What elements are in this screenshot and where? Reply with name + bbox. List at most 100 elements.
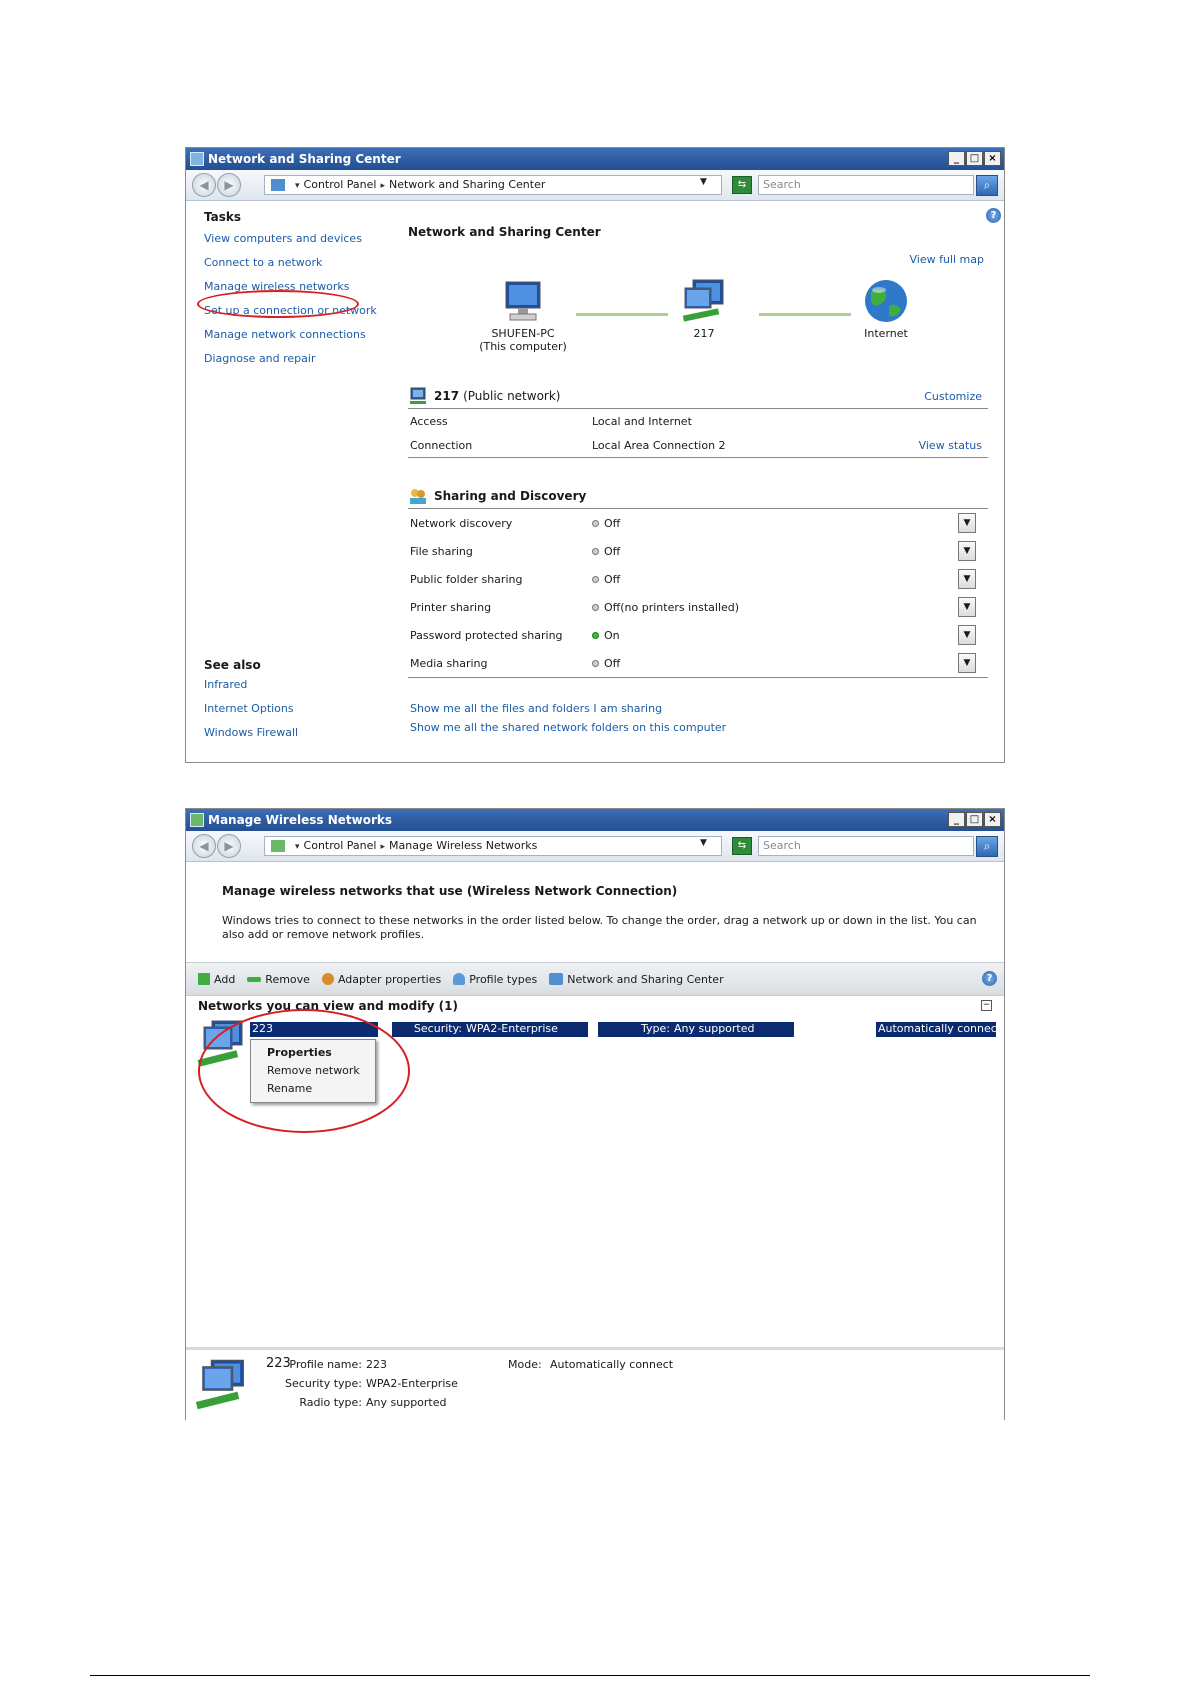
map-node-internet[interactable]: Internet (831, 278, 941, 340)
back-button[interactable]: ◀ (192, 173, 216, 197)
chevron-down-icon[interactable]: ▼ (700, 838, 707, 848)
remove-button[interactable]: Remove (247, 973, 310, 986)
profile-name-value: 223 (366, 1358, 387, 1371)
profile-types-label: Profile types (469, 972, 538, 986)
add-button[interactable]: Add (198, 973, 235, 986)
show-shared-folders-link[interactable]: Show me all the shared network folders o… (410, 721, 726, 734)
status-dot-icon (592, 575, 599, 583)
task-connect-network[interactable]: Connect to a network (204, 256, 377, 280)
see-also-windows-firewall[interactable]: Windows Firewall (204, 726, 298, 750)
search-input[interactable]: Search (758, 836, 974, 856)
view-status-link[interactable]: View status (919, 439, 982, 452)
main-content: Network and Sharing Center View full map… (404, 148, 994, 762)
wireless-computer-icon (195, 1359, 244, 1410)
sharing-row: Printer sharing Off (no printers installe… (408, 593, 988, 621)
radio-type-value: Any supported (366, 1396, 447, 1409)
view-full-map-link[interactable]: View full map (910, 253, 985, 266)
expand-button[interactable]: ▼ (958, 541, 976, 561)
expand-button[interactable]: ▼ (958, 625, 976, 645)
status-dot-icon (592, 519, 599, 527)
mode-value: Automatically connect (550, 1358, 674, 1371)
expand-button[interactable]: ▼ (958, 569, 976, 589)
status-dot-icon (592, 603, 599, 611)
expand-button[interactable]: ▼ (958, 653, 976, 673)
close-button[interactable]: × (984, 812, 1001, 827)
status-dot-icon (592, 659, 599, 667)
forward-button[interactable]: ▶ (217, 834, 241, 858)
map-node-computer[interactable]: SHUFEN-PC (This computer) (468, 278, 578, 353)
access-row: Access Local and Internet (408, 409, 988, 433)
forward-button[interactable]: ▶ (217, 173, 241, 197)
refresh-button[interactable]: ⇆ (732, 837, 752, 855)
breadcrumb-item[interactable]: Control Panel (304, 178, 377, 191)
wireless-signal-icon (190, 813, 204, 827)
sharing-row-value: Off (604, 544, 621, 558)
expand-button[interactable]: ▼ (958, 597, 976, 617)
breadcrumb-item[interactable]: Control Panel (304, 839, 377, 852)
address-toolbar: ◀ ▶ ▾ Control Panel ▸ Manage Wireless Netwo… (186, 831, 1004, 862)
see-also-internet-options[interactable]: Internet Options (204, 702, 298, 726)
sharing-row-note: (no printers installed) (620, 600, 740, 614)
customize-link[interactable]: Customize (924, 390, 982, 403)
map-node-network[interactable]: 217 (649, 278, 759, 340)
address-bar[interactable]: ▾ Control Panel ▸ Manage Wireless Networks (264, 836, 722, 856)
sharing-row: File sharing Off ▼ (408, 537, 988, 565)
sharing-section: Sharing and Discovery Network discovery … (408, 484, 988, 678)
type-cell[interactable]: Type: Any supported (598, 1022, 794, 1037)
maximize-button[interactable]: □ (966, 812, 983, 827)
type-value: Any supported (674, 1022, 755, 1035)
sharing-row-label: Network discovery (410, 516, 513, 530)
network-section-header: 217 (Public network) Customize (408, 384, 988, 409)
title-bar[interactable]: Manage Wireless Networks _ □ × (186, 809, 1004, 831)
profile-types-button[interactable]: Profile types (453, 973, 537, 986)
security-value: WPA2-Enterprise (466, 1022, 558, 1035)
see-also-infrared[interactable]: Infrared (204, 678, 298, 702)
sharing-row: Public folder sharing Off ▼ (408, 565, 988, 593)
network-center-icon (549, 973, 564, 985)
globe-icon (865, 280, 907, 322)
sharing-icon (410, 489, 426, 504)
access-label: Access (410, 414, 448, 428)
sharing-row-label: Password protected sharing (410, 628, 563, 642)
connection-label: Connection (410, 438, 473, 452)
help-icon[interactable]: ? (982, 971, 997, 986)
collapse-icon[interactable]: − (981, 1000, 992, 1011)
sharing-row-value: Off (604, 516, 621, 530)
computer-name: SHUFEN-PC (491, 327, 555, 340)
sharing-row-value: On (604, 628, 620, 642)
page-description: Windows tries to connect to these networ… (222, 914, 977, 941)
expand-button[interactable]: ▼ (958, 513, 976, 533)
adapter-properties-label: Adapter properties (337, 972, 442, 986)
sharing-row: Password protected sharing On ▼ (408, 621, 988, 649)
status-dot-icon (592, 547, 599, 555)
search-icon[interactable]: ⌕ (976, 836, 998, 857)
adapter-icon (321, 973, 334, 985)
access-value: Local and Internet (592, 414, 692, 428)
network-sharing-center-button[interactable]: Network and Sharing Center (549, 973, 724, 986)
command-toolbar: Add Remove Adapter properties Profile ty… (186, 962, 1004, 996)
network-name: 217 (434, 389, 460, 403)
breadcrumb-item[interactable]: Manage Wireless Networks (389, 839, 537, 852)
page-title: Network and Sharing Center (408, 225, 601, 239)
sharing-row-label: Printer sharing (410, 600, 492, 614)
back-button[interactable]: ◀ (192, 834, 216, 858)
task-manage-connections[interactable]: Manage network connections (204, 328, 377, 352)
profile-name-label: Profile name: (289, 1358, 362, 1371)
network-center-icon (190, 152, 204, 166)
sharing-row: Media sharing Off ▼ (408, 649, 988, 678)
computer-subtitle: (This computer) (479, 340, 567, 353)
sharing-section-header: Sharing and Discovery (408, 484, 988, 509)
details-pane: 223 Profile name: 223 Security type: WPA… (186, 1347, 1004, 1423)
remove-label: Remove (265, 972, 310, 986)
task-diagnose-repair[interactable]: Diagnose and repair (204, 352, 377, 376)
remove-icon (247, 976, 262, 982)
auto-connect-cell[interactable]: Automatically connect (876, 1022, 1001, 1037)
radio-type-label: Radio type: (299, 1396, 362, 1409)
adapter-properties-button[interactable]: Adapter properties (321, 972, 442, 986)
minimize-button[interactable]: _ (948, 812, 965, 827)
see-also-header: See also (204, 658, 261, 672)
task-view-computers[interactable]: View computers and devices (204, 232, 377, 256)
show-shared-files-link[interactable]: Show me all the files and folders I am s… (410, 702, 662, 715)
network-sharing-center-window: Network and Sharing Center _ □ × ◀ ▶ ▾ Co… (185, 147, 1005, 763)
security-cell[interactable]: Security: WPA2-Enterprise (392, 1022, 588, 1037)
